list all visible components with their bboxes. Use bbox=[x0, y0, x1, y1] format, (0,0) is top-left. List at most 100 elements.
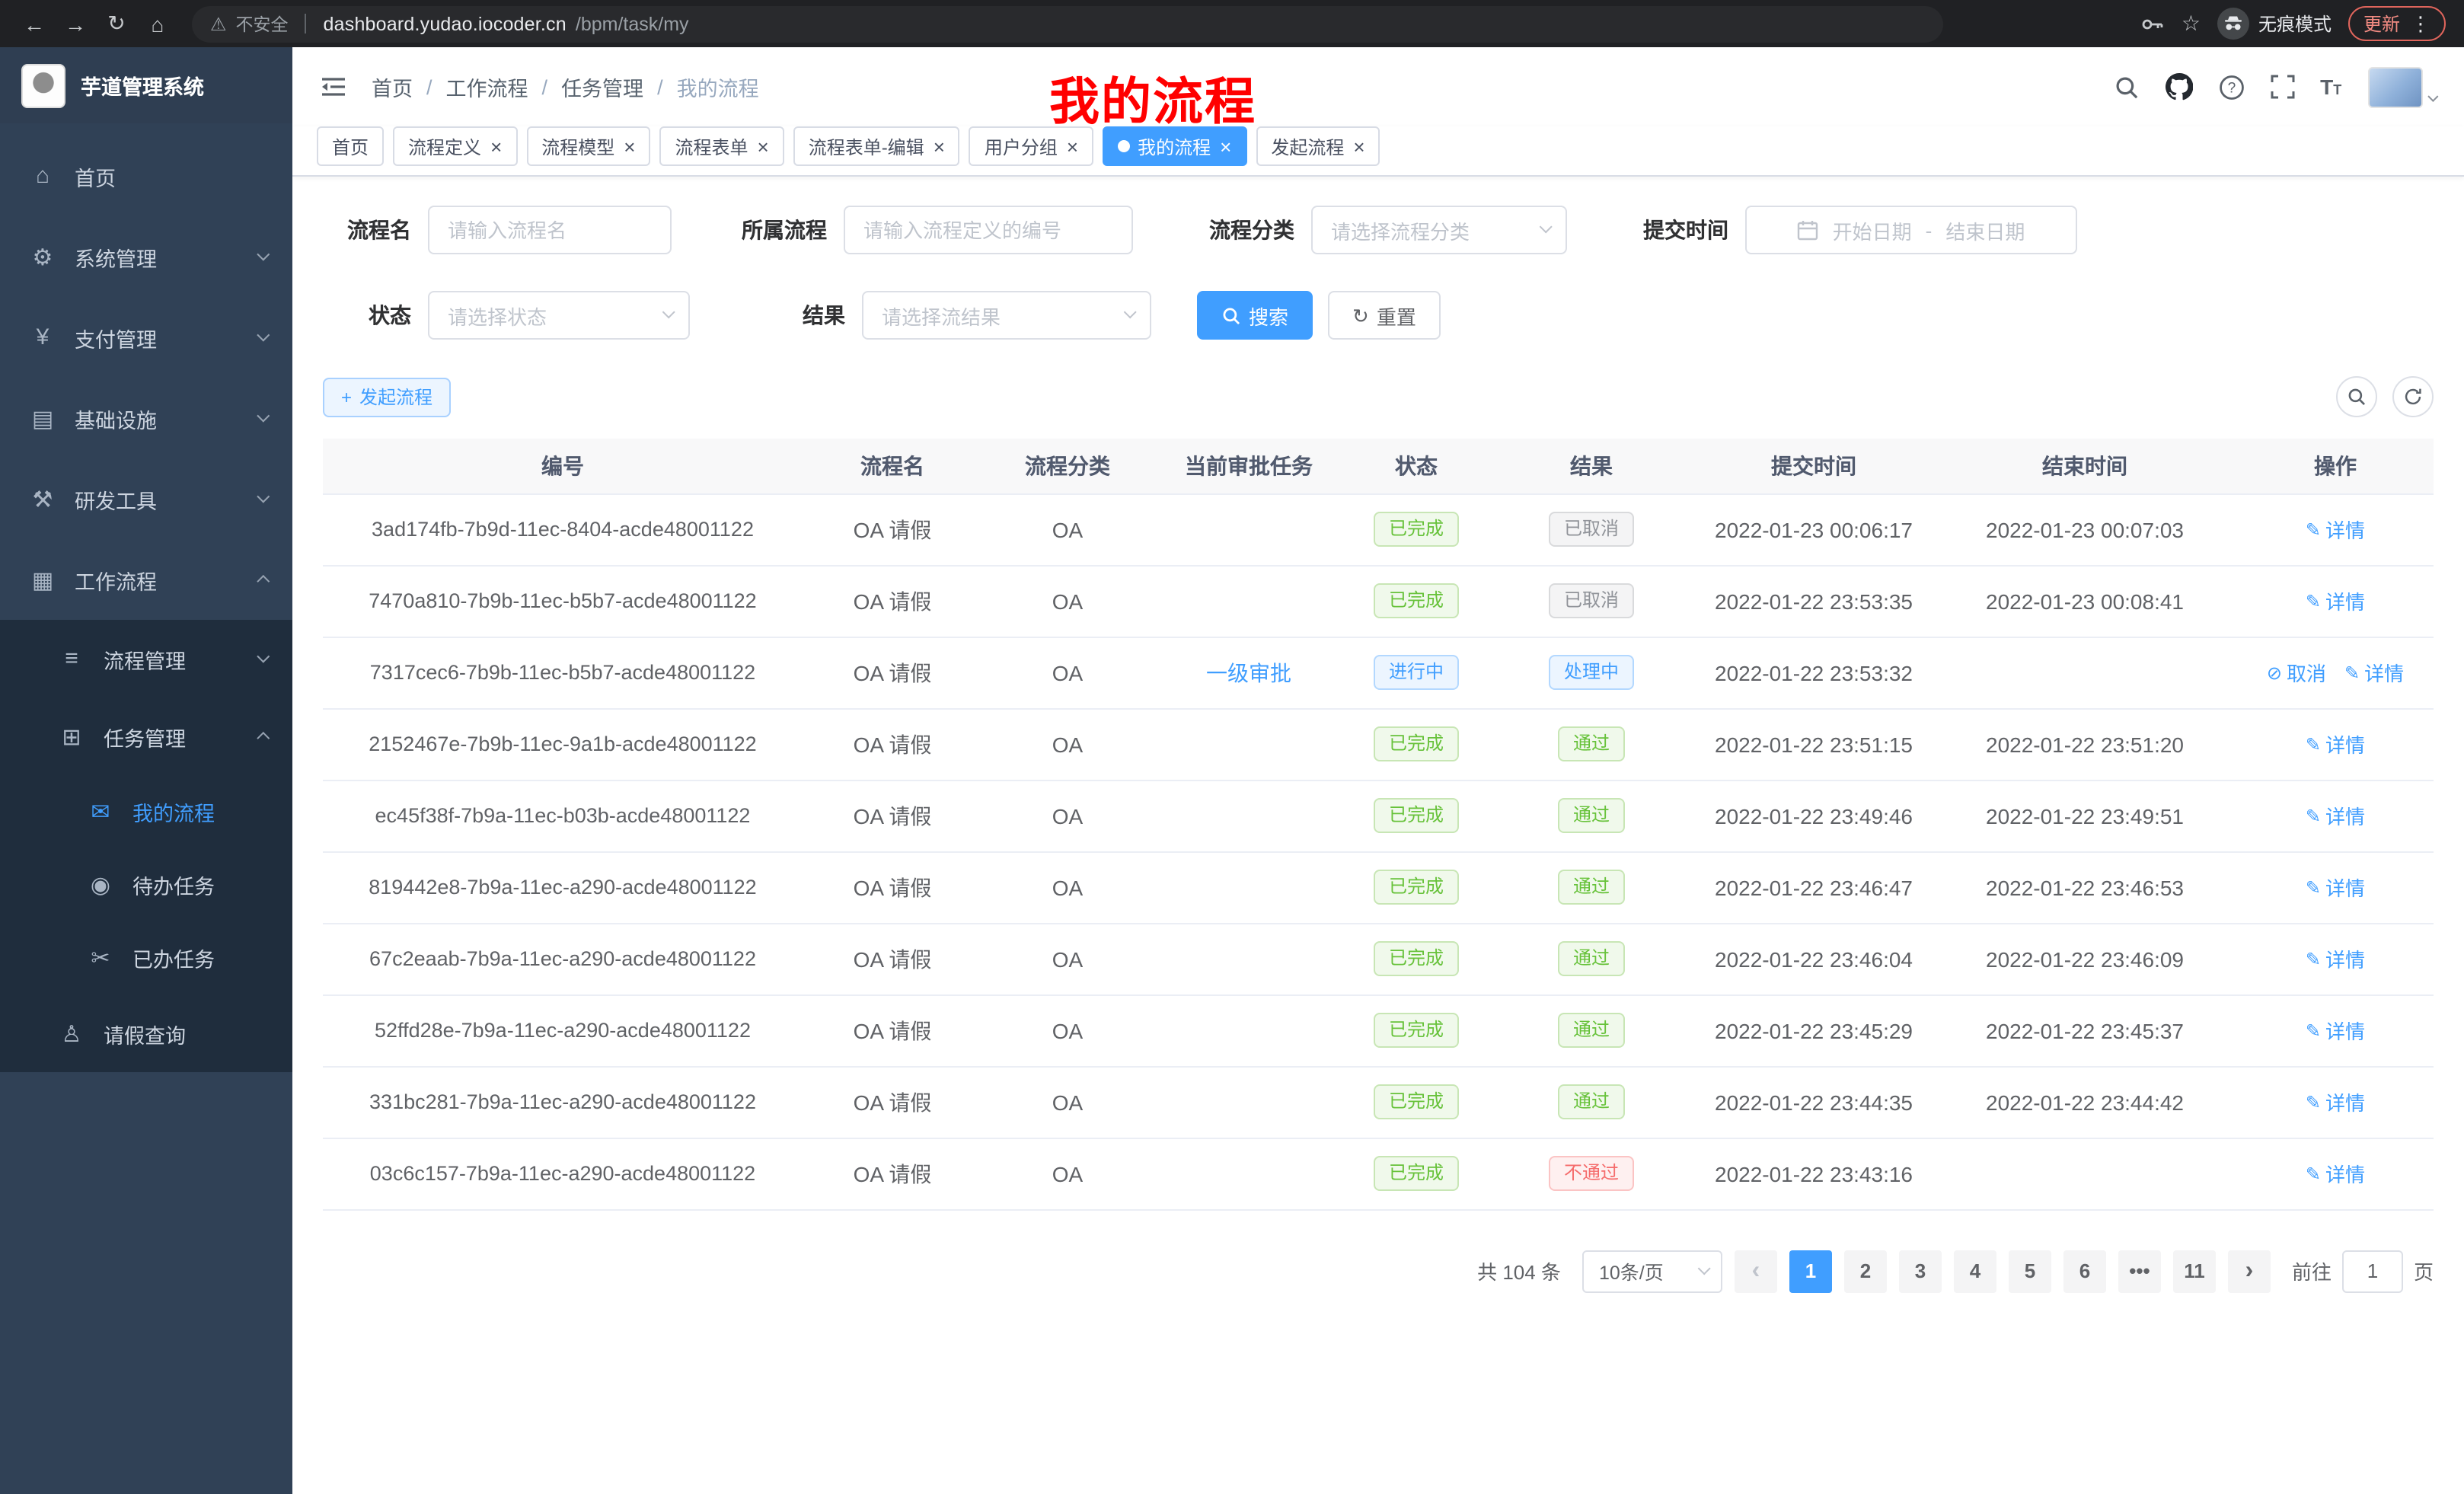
prev-page-button[interactable]: ‹ bbox=[1735, 1250, 1777, 1292]
sidebar-item-done-tasks[interactable]: ✂ 已办任务 bbox=[0, 921, 292, 994]
browser-reload-button[interactable]: ↻ bbox=[97, 5, 136, 43]
result-tag: 通过 bbox=[1558, 870, 1625, 905]
action-cancel[interactable]: ⊘取消 bbox=[2267, 658, 2326, 687]
collapse-sidebar-icon[interactable] bbox=[320, 75, 347, 99]
tab-3[interactable]: 流程表单× bbox=[659, 126, 784, 166]
tab-close-icon[interactable]: × bbox=[1353, 136, 1364, 156]
breadcrumb-item-workflow[interactable]: 工作流程 bbox=[446, 72, 528, 102]
breadcrumb-separator: / bbox=[657, 75, 663, 98]
submit-time-range-picker[interactable]: 开始日期 - 结束日期 bbox=[1745, 206, 2077, 254]
current-task-link[interactable]: 一级审批 bbox=[1206, 660, 1291, 685]
header-end-time: 结束时间 bbox=[1933, 439, 2237, 493]
browser-update-button[interactable]: 更新 ⋮ bbox=[2348, 6, 2446, 41]
tab-close-icon[interactable]: × bbox=[1067, 136, 1078, 156]
page-button-6[interactable]: 6 bbox=[2063, 1250, 2106, 1292]
browser-back-button[interactable]: ← bbox=[15, 5, 53, 43]
github-icon[interactable] bbox=[2165, 73, 2192, 101]
browser-home-button[interactable]: ⌂ bbox=[139, 5, 177, 43]
detail-icon: ✎ bbox=[2306, 733, 2321, 755]
tab-0[interactable]: 首页 bbox=[317, 126, 384, 166]
help-icon[interactable]: ? bbox=[2218, 74, 2244, 100]
sidebar-item-todo-tasks[interactable]: ◉ 待办任务 bbox=[0, 848, 292, 921]
browser-menu-icon[interactable]: ⋮ bbox=[2411, 14, 2430, 34]
reset-button[interactable]: ↻ 重置 bbox=[1328, 291, 1441, 340]
cell-submit-time: 2022-01-22 23:46:04 bbox=[1695, 923, 1933, 994]
search-button[interactable]: 搜索 bbox=[1197, 291, 1313, 340]
breadcrumb-item-task-management[interactable]: 任务管理 bbox=[561, 72, 643, 102]
sidebar-item-leave-query[interactable]: ♙ 请假查询 bbox=[0, 994, 292, 1072]
tab-7[interactable]: 发起流程× bbox=[1256, 126, 1380, 166]
sidebar-item-task-management[interactable]: ⊞ 任务管理 bbox=[0, 698, 292, 775]
font-size-icon[interactable]: TT bbox=[2320, 76, 2341, 97]
user-menu[interactable] bbox=[2367, 66, 2437, 107]
process-name-input[interactable] bbox=[428, 206, 672, 254]
result-tag: 通过 bbox=[1558, 726, 1625, 761]
breadcrumb-item-home[interactable]: 首页 bbox=[372, 72, 413, 102]
page-button-2[interactable]: 2 bbox=[1844, 1250, 1887, 1292]
tab-1[interactable]: 流程定义× bbox=[393, 126, 517, 166]
tab-close-icon[interactable]: × bbox=[934, 136, 945, 156]
action-detail[interactable]: ✎详情 bbox=[2306, 729, 2365, 758]
action-detail[interactable]: ✎详情 bbox=[2344, 658, 2404, 687]
process-category-select[interactable]: 请选择流程分类 bbox=[1311, 206, 1567, 254]
page-button-11[interactable]: 11 bbox=[2173, 1250, 2216, 1292]
process-table-body: 3ad174fb-7b9d-11ec-8404-acde48001122OA 请… bbox=[323, 493, 2434, 1209]
action-detail[interactable]: ✎详情 bbox=[2306, 1087, 2365, 1116]
sidebar-item-home[interactable]: ⌂ 首页 bbox=[0, 136, 292, 216]
cell-process-name: OA 请假 bbox=[803, 780, 982, 851]
tab-2[interactable]: 流程模型× bbox=[526, 126, 650, 166]
show-search-button[interactable] bbox=[2336, 376, 2377, 417]
cell-process-id: 67c2eaab-7b9a-11ec-a290-acde48001122 bbox=[323, 923, 803, 994]
status-select[interactable]: 请选择状态 bbox=[428, 291, 690, 340]
cell-current-task bbox=[1153, 851, 1345, 923]
goto-page-input[interactable] bbox=[2342, 1250, 2403, 1292]
sidebar-item-my-process[interactable]: ✉ 我的流程 bbox=[0, 775, 292, 848]
action-detail[interactable]: ✎详情 bbox=[2306, 586, 2365, 615]
browser-forward-button[interactable]: → bbox=[56, 5, 94, 43]
table-row: ec45f38f-7b9a-11ec-b03b-acde48001122OA 请… bbox=[323, 780, 2434, 851]
avatar[interactable] bbox=[2367, 66, 2422, 107]
result-select[interactable]: 请选择流结果 bbox=[862, 291, 1151, 340]
tab-close-icon[interactable]: × bbox=[490, 136, 502, 156]
fullscreen-icon[interactable] bbox=[2270, 75, 2294, 99]
create-process-button[interactable]: + 发起流程 bbox=[323, 377, 451, 417]
incognito-label: 无痕模式 bbox=[2258, 11, 2332, 37]
page-button-4[interactable]: 4 bbox=[1954, 1250, 1996, 1292]
cell-process-id: ec45f38f-7b9a-11ec-b03b-acde48001122 bbox=[323, 780, 803, 851]
refresh-table-button[interactable] bbox=[2392, 376, 2434, 417]
header-actions: ? TT bbox=[2113, 66, 2437, 107]
tab-close-icon[interactable]: × bbox=[758, 136, 769, 156]
chevron-down-icon bbox=[257, 410, 270, 422]
tab-4[interactable]: 流程表单-编辑× bbox=[793, 126, 960, 166]
password-key-icon[interactable] bbox=[2140, 11, 2165, 36]
action-detail[interactable]: ✎详情 bbox=[2306, 801, 2365, 830]
sidebar-item-infrastructure[interactable]: ▤ 基础设施 bbox=[0, 378, 292, 458]
tab-close-icon[interactable]: × bbox=[624, 136, 635, 156]
sidebar-item-dev-tools[interactable]: ⚒ 研发工具 bbox=[0, 458, 292, 539]
table-row: 3ad174fb-7b9d-11ec-8404-acde48001122OA 请… bbox=[323, 493, 2434, 565]
page-button-5[interactable]: 5 bbox=[2009, 1250, 2051, 1292]
address-bar[interactable]: ⚠ 不安全 dashboard.yudao.iocoder.cn /bpm/ta… bbox=[192, 5, 1943, 42]
chevron-down-icon bbox=[662, 306, 675, 320]
page-ellipsis[interactable]: ••• bbox=[2118, 1250, 2161, 1292]
action-detail[interactable]: ✎详情 bbox=[2306, 1159, 2365, 1188]
action-detail[interactable]: ✎详情 bbox=[2306, 944, 2365, 973]
status-label: 状态 bbox=[323, 300, 411, 330]
sidebar-item-workflow[interactable]: ▦ 工作流程 bbox=[0, 539, 292, 620]
action-detail[interactable]: ✎详情 bbox=[2306, 515, 2365, 544]
page-button-3[interactable]: 3 bbox=[1899, 1250, 1942, 1292]
sidebar-item-payment-management[interactable]: ¥ 支付管理 bbox=[0, 297, 292, 378]
search-icon[interactable] bbox=[2113, 74, 2139, 100]
action-detail[interactable]: ✎详情 bbox=[2306, 1016, 2365, 1045]
start-date-placeholder: 开始日期 bbox=[1833, 215, 1912, 244]
sidebar-item-process-management[interactable]: ≡ 流程管理 bbox=[0, 620, 292, 698]
sidebar-item-system-management[interactable]: ⚙ 系统管理 bbox=[0, 216, 292, 297]
page-button-1[interactable]: 1 bbox=[1789, 1250, 1832, 1292]
process-definition-input[interactable] bbox=[844, 206, 1133, 254]
bookmark-star-icon[interactable]: ☆ bbox=[2182, 11, 2201, 37]
header-result: 结果 bbox=[1488, 439, 1695, 493]
page-size-select[interactable]: 10条/页 bbox=[1582, 1250, 1722, 1292]
action-detail[interactable]: ✎详情 bbox=[2306, 873, 2365, 902]
tab-close-icon[interactable]: × bbox=[1220, 136, 1231, 156]
next-page-button[interactable]: › bbox=[2228, 1250, 2271, 1292]
